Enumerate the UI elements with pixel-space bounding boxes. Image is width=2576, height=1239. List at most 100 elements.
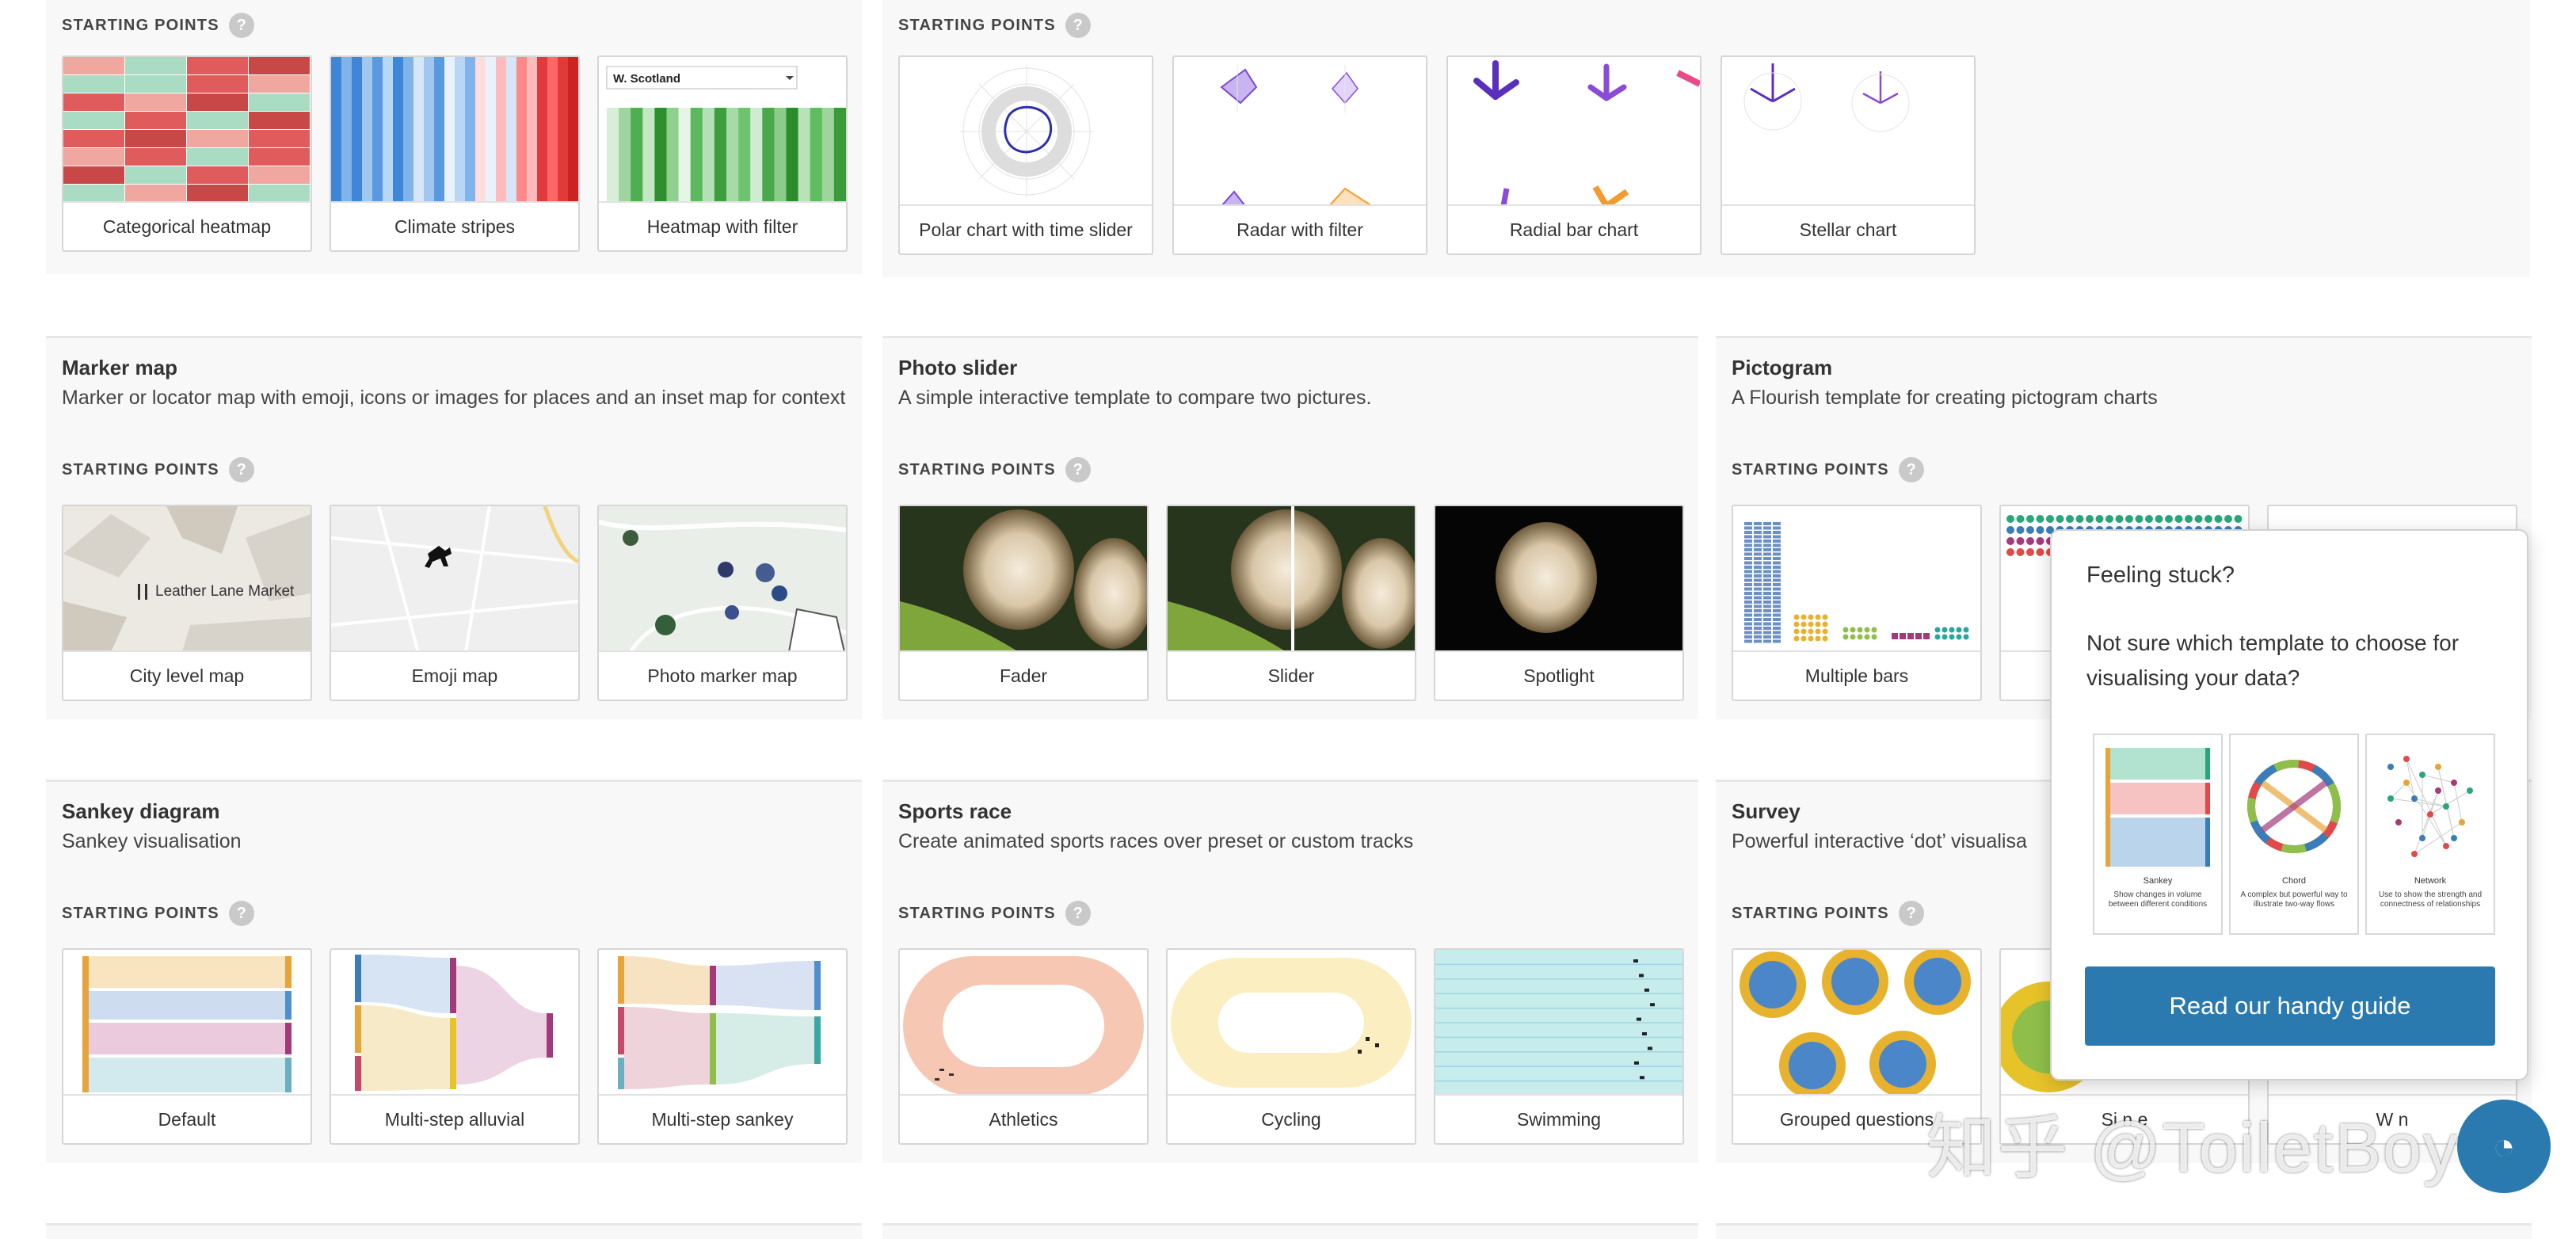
watermark: 知乎 @ToiletBoy <box>1926 1108 2460 1187</box>
card-heatmap-with-filter[interactable]: W. Scotland Heatmap with filter <box>597 55 848 252</box>
multiple-bars-thumbnail <box>1733 506 1980 652</box>
filter-value: W. Scotland <box>613 72 680 86</box>
card-label: Fader <box>999 665 1048 686</box>
card-radial-bar-chart[interactable]: Radial bar chart <box>1446 55 1701 255</box>
guide-description: Show changes in volume between different… <box>2108 890 2208 909</box>
guide-name: Chord <box>2282 876 2306 886</box>
card-fader[interactable]: Fader <box>898 505 1149 701</box>
guide-card-sankey[interactable]: Sankey Show changes in volume between di… <box>2093 734 2223 935</box>
read-guide-button[interactable]: Read our handy guide <box>2085 966 2495 1046</box>
section-description: Marker or locator map with emoji, icons … <box>62 387 846 409</box>
guide-name: Network <box>2414 876 2447 886</box>
section-title: Marker map <box>62 356 177 379</box>
radar-filter-thumbnail <box>1174 57 1426 206</box>
photo-marker-thumbnail <box>599 506 846 652</box>
radial-bar-thumbnail <box>1448 57 1700 206</box>
card-sankey-default[interactable]: Default <box>62 948 312 1145</box>
cycling-thumbnail <box>1168 950 1415 1096</box>
card-stellar-chart[interactable]: Stellar chart <box>1721 55 1976 255</box>
section-marker-map: Marker map Marker or locator map with em… <box>46 336 862 719</box>
card-label: Heatmap with filter <box>646 215 798 237</box>
stellar-thumbnail <box>1722 57 1974 206</box>
chat-icon: ◔ <box>2492 1125 2516 1168</box>
card-polar-chart-time-slider[interactable]: Polar chart with time slider <box>898 55 1153 255</box>
slider-handle <box>1291 506 1294 650</box>
starting-points-label: STARTING POINTS <box>62 16 219 34</box>
starting-points-header: STARTING POINTS ? <box>62 13 254 38</box>
starting-points-header: STARTING POINTS ? <box>1732 457 1924 482</box>
city-map-thumbnail: Leather Lane Market <box>63 506 311 652</box>
section-title: Survey <box>1732 799 1801 823</box>
spotlight-thumbnail <box>1435 506 1682 652</box>
help-icon[interactable]: ? <box>1065 901 1091 926</box>
card-slider[interactable]: Slider <box>1166 505 1416 701</box>
card-multi-step-alluvial[interactable]: Multi-step alluvial <box>330 948 580 1145</box>
polar-thumbnail <box>900 57 1152 206</box>
guide-card-chord[interactable]: Chord A complex but powerful way to illu… <box>2229 734 2359 935</box>
card-label: Swimming <box>1516 1108 1602 1130</box>
card-label: Climate stripes <box>394 215 516 237</box>
starting-points-label: STARTING POINTS <box>62 460 219 478</box>
section-next-1 <box>46 1223 862 1239</box>
swimming-thumbnail <box>1435 950 1682 1096</box>
starting-points-label: STARTING POINTS <box>1732 460 1889 478</box>
chat-help-button[interactable]: ◔ <box>2457 1100 2551 1193</box>
card-label: Multi-step alluvial <box>384 1108 525 1130</box>
card-climate-stripes[interactable]: Climate stripes <box>330 55 580 252</box>
section-next-3 <box>1716 1223 2532 1239</box>
card-swimming[interactable]: Swimming <box>1434 948 1684 1145</box>
card-label: Photo marker map <box>647 665 798 686</box>
card-label: Multiple bars <box>1804 665 1909 686</box>
card-label: Radial bar chart <box>1509 219 1639 240</box>
card-cycling[interactable]: Cycling <box>1166 948 1416 1145</box>
card-multi-step-sankey[interactable]: Multi-step sankey <box>597 948 848 1145</box>
emoji-map-thumbnail <box>331 506 578 652</box>
section-photo-slider: Photo slider A simple interactive templa… <box>882 336 1698 719</box>
starting-points-label: STARTING POINTS <box>1732 904 1889 922</box>
multi-sankey-thumbnail <box>599 950 846 1096</box>
starting-points-header: STARTING POINTS ? <box>62 457 254 482</box>
card-label: Radar with filter <box>1237 219 1363 240</box>
section-sports-race: Sports race Create animated sports races… <box>882 780 1698 1163</box>
heatmap-thumbnail <box>63 57 311 203</box>
starting-points-header: STARTING POINTS ? <box>1732 901 1924 926</box>
section-next-2 <box>882 1223 1698 1239</box>
help-icon[interactable]: ? <box>1898 457 1924 482</box>
card-emoji-map[interactable]: Emoji map <box>330 505 580 701</box>
help-icon[interactable]: ? <box>228 457 254 482</box>
athletics-thumbnail <box>900 950 1147 1096</box>
help-icon[interactable]: ? <box>1065 457 1091 482</box>
guide-description: Use to show the strength and connectness… <box>2378 890 2483 909</box>
card-label: City level map <box>129 665 245 686</box>
card-label: Default <box>158 1108 216 1130</box>
guide-name: Sankey <box>2143 876 2173 886</box>
card-categorical-heatmap[interactable]: Categorical heatmap <box>62 55 312 252</box>
section-title: Pictogram <box>1732 356 1833 379</box>
card-photo-marker-map[interactable]: Photo marker map <box>597 505 848 701</box>
feeling-stuck-popup: Feeling stuck? Not sure which template t… <box>2050 529 2528 1081</box>
card-spotlight[interactable]: Spotlight <box>1434 505 1684 701</box>
section-description: Create animated sports races over preset… <box>898 830 1414 852</box>
guide-description: A complex but powerful way to illustrate… <box>2240 890 2348 909</box>
help-icon[interactable]: ? <box>1065 13 1091 38</box>
help-icon[interactable]: ? <box>228 901 254 926</box>
starting-points-label: STARTING POINTS <box>62 904 219 922</box>
card-label: Stellar chart <box>1799 219 1897 240</box>
section-description: A Flourish template for creating pictogr… <box>1732 387 2158 409</box>
sankey-default-thumbnail <box>63 950 311 1096</box>
climate-stripes-thumbnail <box>331 57 578 203</box>
heatmap-filter-thumbnail: W. Scotland <box>599 57 846 203</box>
card-city-level-map[interactable]: Leather Lane Market City level map <box>62 505 312 701</box>
guide-card-network[interactable]: Network Use to show the strength and con… <box>2365 734 2495 935</box>
card-label: Spotlight <box>1523 665 1595 686</box>
help-icon[interactable]: ? <box>228 13 254 38</box>
card-athletics[interactable]: Athletics <box>898 948 1149 1145</box>
section-description: Sankey visualisation <box>62 830 242 852</box>
slider-thumbnail <box>1168 506 1415 652</box>
help-icon[interactable]: ? <box>1898 901 1924 926</box>
guide-cards: Sankey Show changes in volume between di… <box>2093 734 2495 935</box>
card-radar-with-filter[interactable]: Radar with filter <box>1172 55 1427 255</box>
starting-points-label: STARTING POINTS <box>898 904 1056 922</box>
card-multiple-bars[interactable]: Multiple bars <box>1732 505 1982 701</box>
starting-points-header: STARTING POINTS ? <box>898 13 1091 38</box>
